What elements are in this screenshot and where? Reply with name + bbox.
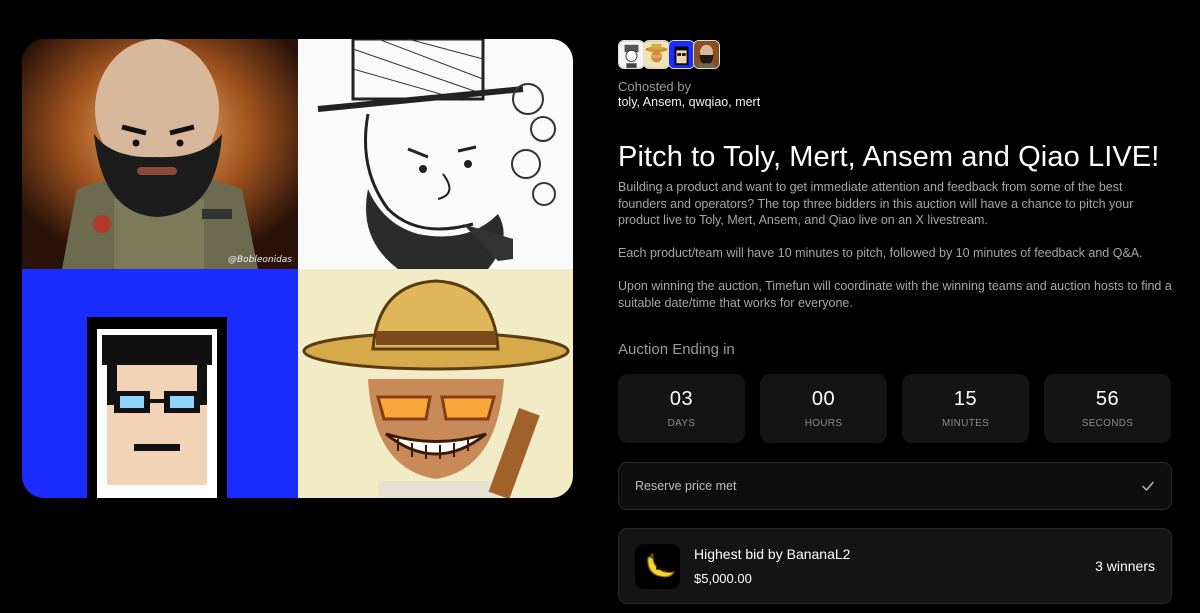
countdown-minutes: 15 MINUTES	[902, 374, 1029, 443]
pixel-glasses-face-illustration	[22, 269, 298, 498]
countdown-days: 03 DAYS	[618, 374, 745, 443]
description-paragraph: Each product/team will have 10 minutes t…	[618, 246, 1143, 260]
auction-title: Pitch to Toly, Mert, Ansem and Qiao LIVE…	[618, 141, 1160, 173]
cohosted-by-label: Cohosted by	[618, 79, 691, 94]
qwqiao-avatar[interactable]	[668, 40, 695, 69]
reserve-price-status[interactable]: Reserve price met	[618, 462, 1172, 510]
auction-description: Building a product and want to get immed…	[618, 179, 1174, 328]
countdown-unit: HOURS	[804, 418, 843, 429]
winners-count: 3 winners	[1095, 558, 1155, 574]
countdown-value: 03	[669, 388, 694, 410]
countdown-value: 56	[1095, 388, 1120, 410]
highest-bid-info: Highest bid by BananaL2 $5,000.00	[694, 546, 1095, 586]
artist-watermark: @Bobleonidas	[227, 255, 292, 265]
bearded-astronaut-illustration	[22, 39, 298, 269]
countdown-unit: SECONDS	[1081, 418, 1134, 429]
check-icon	[1142, 481, 1154, 491]
countdown-value: 00	[811, 388, 836, 410]
cohost-avatars	[618, 40, 720, 69]
straw-hat-grin-illustration	[298, 269, 573, 498]
mert-avatar[interactable]	[693, 40, 720, 69]
cohost-names: toly, Ansem, qwqiao, mert	[618, 95, 761, 109]
countdown-hours: 00 HOURS	[760, 374, 887, 443]
toly-avatar[interactable]	[618, 40, 645, 69]
description-paragraph: Building a product and want to get immed…	[618, 180, 1134, 227]
artwork-tile-bearded-astronaut: @Bobleonidas	[22, 39, 298, 269]
countdown-value: 15	[953, 388, 978, 410]
ansem-avatar[interactable]	[643, 40, 670, 69]
artwork-tile-pixel-face	[22, 269, 298, 498]
highest-bid-card[interactable]: Highest bid by BananaL2 $5,000.00 3 winn…	[618, 528, 1172, 604]
countdown-timer: 03 DAYS 00 HOURS 15 MINUTES 56 SECONDS	[618, 374, 1171, 443]
countdown-unit: DAYS	[667, 418, 696, 429]
highest-bid-amount: $5,000.00	[694, 571, 752, 586]
description-paragraph: Upon winning the auction, Timefun will c…	[618, 279, 1172, 310]
artwork-tile-tophat-sketch	[298, 39, 573, 269]
tophat-sketch-illustration	[298, 39, 573, 269]
banana-icon	[646, 553, 675, 578]
reserve-price-label: Reserve price met	[635, 479, 737, 493]
highest-bid-title: Highest bid by BananaL2	[694, 546, 851, 562]
auction-artwork: @Bobleonidas	[22, 39, 573, 498]
bidder-avatar	[635, 543, 680, 589]
artwork-tile-straw-hat	[298, 269, 573, 498]
countdown-unit: MINUTES	[941, 418, 990, 429]
countdown-seconds: 56 SECONDS	[1044, 374, 1171, 443]
auction-ending-label: Auction Ending in	[618, 341, 735, 358]
